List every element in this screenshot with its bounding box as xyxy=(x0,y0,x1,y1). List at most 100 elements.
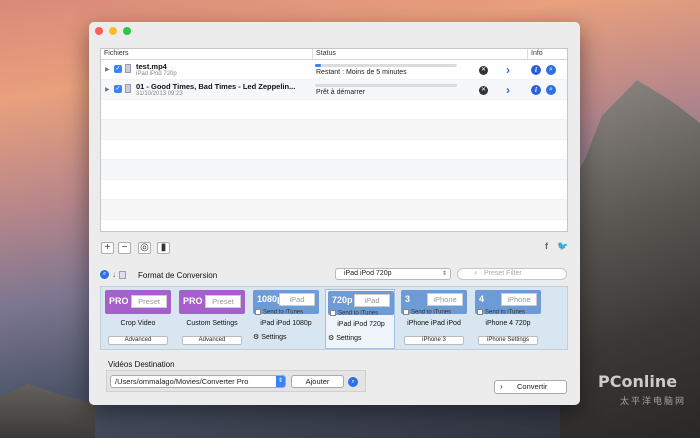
progress-bar xyxy=(315,84,457,87)
preset-settings-label: Settings xyxy=(261,334,287,341)
download-icon[interactable]: ↓ xyxy=(112,270,116,279)
preset-label: iPad iPod 720p xyxy=(337,321,385,328)
send-to-itunes-checkbox[interactable]: Send to iTunes xyxy=(403,309,451,316)
preset-advanced-button[interactable]: Advanced xyxy=(182,336,242,345)
magnifier-icon[interactable]: ⌕ xyxy=(546,65,556,75)
preset-label: Crop Video xyxy=(120,320,156,327)
column-header-files[interactable]: Fichiers xyxy=(101,49,313,59)
search-icon: ⌕ xyxy=(474,270,478,277)
updown-chevron-icon: ⇕ xyxy=(441,271,447,277)
destination-path: /Users/ommalago/Movies/Converter Pro xyxy=(115,377,249,386)
desktop-rock xyxy=(0,383,95,438)
format-title: Format de Conversion xyxy=(138,271,218,280)
preset-label: iPhone 4 720p xyxy=(485,320,531,327)
send-to-itunes-label: Send to iTunes xyxy=(411,309,452,316)
chevron-right-icon: › xyxy=(500,382,503,391)
send-to-itunes-label: Send to iTunes xyxy=(338,310,379,317)
close-window-button[interactable] xyxy=(95,27,103,35)
format-dropdown[interactable]: iPad iPod 720p ⇕ xyxy=(335,268,451,280)
preset-card-custom-settings[interactable]: PRO Preset Custom Settings Advanced xyxy=(177,289,247,349)
facebook-icon[interactable]: f xyxy=(545,241,548,251)
remove-file-button[interactable]: − xyxy=(118,242,131,254)
table-row[interactable]: ▶ ✓ test.mp4 iPad iPod 720p Restant : Mo… xyxy=(101,60,567,80)
preset-iphone-button[interactable]: iPhone 3 xyxy=(404,336,464,345)
preset-card-ipad-1080p[interactable]: 1080p iPad Send to iTunes iPad iPod 1080… xyxy=(251,289,321,349)
disclosure-triangle-icon[interactable]: ▶ xyxy=(105,86,110,93)
preset-badge-tag: Preset xyxy=(205,295,241,308)
preset-badge-tag: iPhone xyxy=(501,293,537,306)
preset-label: iPad iPod 1080p xyxy=(260,320,312,327)
cancel-icon[interactable]: ✕ xyxy=(479,86,488,95)
chevron-right-icon[interactable]: › xyxy=(506,63,510,77)
progress-bar xyxy=(315,64,457,67)
status-text: Restant : Moins de 5 minutes xyxy=(316,69,407,76)
preset-filter-input[interactable]: ⌕ Preset Filter xyxy=(457,268,567,280)
status-text: Prêt à démarrer xyxy=(316,89,366,96)
preset-advanced-button[interactable]: Advanced xyxy=(108,336,168,345)
preset-settings-button[interactable]: ⚙ Settings xyxy=(328,334,362,342)
cancel-icon[interactable]: ✕ xyxy=(479,66,488,75)
preset-badge-main: 3 xyxy=(405,294,411,304)
progress-fill xyxy=(315,64,321,67)
gear-icon: ⚙ xyxy=(253,334,260,341)
magnifier-icon[interactable]: ⌕ xyxy=(546,85,556,95)
column-header-status[interactable]: Status xyxy=(313,49,528,59)
document-icon[interactable] xyxy=(119,270,126,279)
search-icon[interactable]: ⌕ xyxy=(100,270,109,279)
preset-filter-placeholder: Preset Filter xyxy=(484,270,522,277)
preset-settings-button[interactable]: ⚙ Settings xyxy=(253,333,287,341)
disclosure-triangle-icon[interactable]: ▶ xyxy=(105,66,110,73)
convert-label: Convertir xyxy=(517,382,548,391)
send-to-itunes-checkbox[interactable]: Send to iTunes xyxy=(330,310,378,317)
destination-path-dropdown[interactable]: /Users/ommalago/Movies/Converter Pro ⇕ xyxy=(110,375,286,388)
preset-card-ipad-720p[interactable]: 720p iPad Send to iTunes iPad iPod 720p … xyxy=(325,289,395,349)
app-window: Fichiers Status Info ▶ ✓ test.mp4 iPad i… xyxy=(89,22,580,405)
table-header: Fichiers Status Info xyxy=(101,49,567,60)
refresh-icon[interactable]: ◎ xyxy=(138,242,151,254)
preset-badge: PRO Preset xyxy=(179,290,245,314)
format-icons: ⌕ ↓ xyxy=(100,270,126,279)
row-checkbox[interactable]: ✓ xyxy=(114,65,122,73)
updown-chevron-icon: ⇕ xyxy=(276,376,285,387)
file-subtitle: iPad iPod 720p xyxy=(136,71,177,77)
preset-badge-main: 4 xyxy=(479,294,485,304)
preset-card-crop-video[interactable]: PRO Preset Crop Video Advanced xyxy=(103,289,173,349)
preset-card-iphone-3[interactable]: 3 iPhone Send to iTunes iPhone iPad iPod… xyxy=(399,289,469,349)
info-icon[interactable]: i xyxy=(531,65,541,75)
send-to-itunes-checkbox[interactable]: Send to iTunes xyxy=(477,309,525,316)
file-icon xyxy=(125,64,131,73)
empty-row xyxy=(101,120,567,140)
zoom-window-button[interactable] xyxy=(123,27,131,35)
trash-icon[interactable]: ▮ xyxy=(157,242,170,254)
empty-row xyxy=(101,180,567,200)
send-to-itunes-label: Send to iTunes xyxy=(263,309,304,316)
file-icon xyxy=(125,84,131,93)
file-name: test.mp4 xyxy=(136,62,167,71)
preset-badge-main: 720p xyxy=(332,295,353,305)
add-destination-button[interactable]: Ajouter xyxy=(291,375,344,388)
preset-badge-tag: iPad xyxy=(354,294,390,307)
add-file-button[interactable]: + xyxy=(101,242,114,254)
watermark-sub: 太平洋电脑网 xyxy=(620,396,687,406)
twitter-icon[interactable]: 🐦 xyxy=(557,241,568,252)
preset-badge-main: PRO xyxy=(109,296,129,306)
file-rows: ▶ ✓ test.mp4 iPad iPod 720p Restant : Mo… xyxy=(101,60,567,220)
preset-card-iphone-4[interactable]: 4 iPhone Send to iTunes iPhone 4 720p iP… xyxy=(473,289,543,349)
empty-row xyxy=(101,140,567,160)
send-to-itunes-checkbox[interactable]: Send to iTunes xyxy=(255,309,303,316)
table-row[interactable]: ▶ ✓ 01 - Good Times, Bad Times - Led Zep… xyxy=(101,80,567,100)
preset-badge-main: PRO xyxy=(183,296,203,306)
file-name: 01 - Good Times, Bad Times - Led Zeppeli… xyxy=(136,82,296,91)
column-header-info[interactable]: Info xyxy=(528,49,567,59)
preset-settings-label: Settings xyxy=(336,335,362,342)
convert-button[interactable]: › Convertir xyxy=(494,380,567,394)
chevron-right-icon[interactable]: › xyxy=(506,83,510,97)
row-checkbox[interactable]: ✓ xyxy=(114,85,122,93)
file-subtitle: 31/10/2013 09:23 xyxy=(136,91,183,97)
info-icon[interactable]: i xyxy=(531,85,541,95)
preset-label: Custom Settings xyxy=(186,320,238,327)
minimize-window-button[interactable] xyxy=(109,27,117,35)
magnifier-icon[interactable]: ⌕ xyxy=(348,377,358,387)
preset-iphone-settings-button[interactable]: iPhone Settings xyxy=(478,336,538,345)
destination-title: Vidéos Destination xyxy=(108,360,175,369)
